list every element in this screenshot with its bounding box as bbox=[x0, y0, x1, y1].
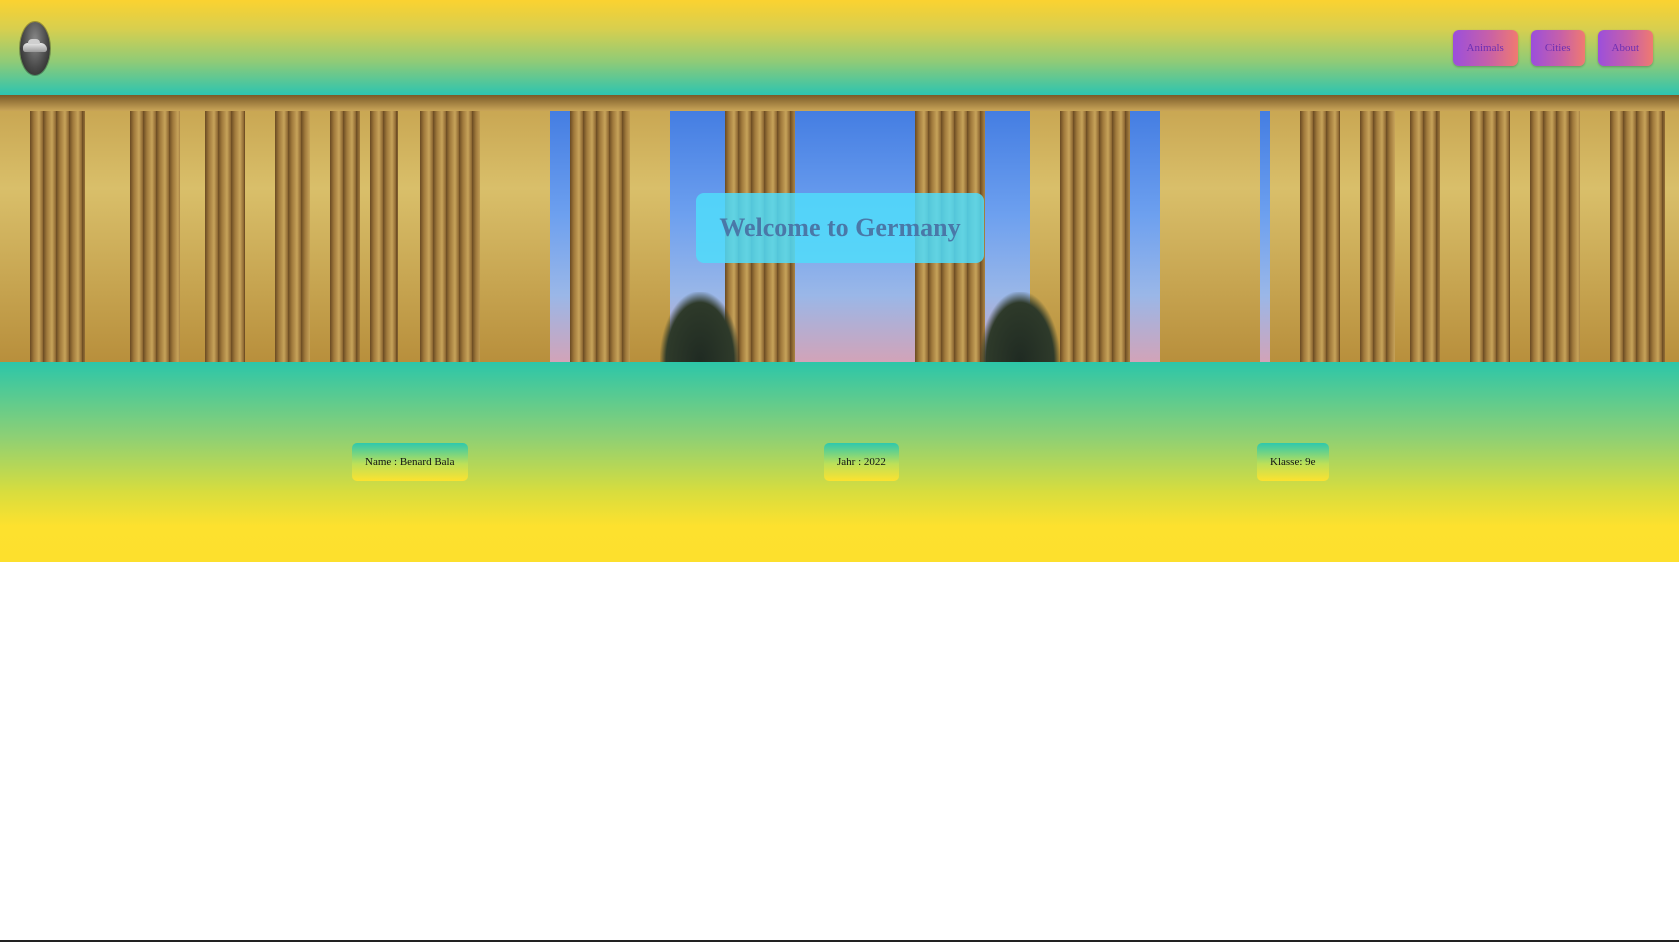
column bbox=[370, 95, 398, 362]
nav-about-button[interactable]: About bbox=[1597, 30, 1653, 66]
column bbox=[420, 95, 480, 362]
entablature bbox=[0, 95, 1679, 111]
car-logo-icon[interactable] bbox=[20, 22, 50, 75]
gate-pier-right bbox=[1160, 95, 1260, 362]
welcome-box: Welcome to Germany bbox=[696, 193, 984, 263]
site-header: Animals Cities About bbox=[0, 0, 1679, 95]
car-shape bbox=[23, 39, 47, 52]
page: Animals Cities About Welcome to Germany … bbox=[0, 0, 1679, 942]
column bbox=[1470, 95, 1510, 362]
column bbox=[30, 95, 85, 362]
main-nav: Animals Cities About bbox=[1452, 30, 1653, 66]
column bbox=[1530, 95, 1580, 362]
nav-animals-button[interactable]: Animals bbox=[1452, 30, 1518, 66]
welcome-title: Welcome to Germany bbox=[719, 213, 961, 242]
class-badge: Klasse: 9e bbox=[1257, 443, 1329, 481]
column bbox=[330, 95, 360, 362]
column bbox=[1410, 95, 1440, 362]
nav-cities-button[interactable]: Cities bbox=[1530, 30, 1585, 66]
column bbox=[130, 95, 180, 362]
column bbox=[1060, 95, 1130, 362]
name-badge: Name : Benard Bala bbox=[352, 443, 468, 481]
year-badge: Jahr : 2022 bbox=[824, 443, 899, 481]
column bbox=[1610, 95, 1665, 362]
column bbox=[1300, 95, 1340, 362]
trees bbox=[660, 292, 740, 362]
trees bbox=[980, 292, 1060, 362]
column bbox=[570, 95, 630, 362]
column bbox=[275, 95, 310, 362]
column bbox=[205, 95, 245, 362]
column bbox=[1360, 95, 1395, 362]
